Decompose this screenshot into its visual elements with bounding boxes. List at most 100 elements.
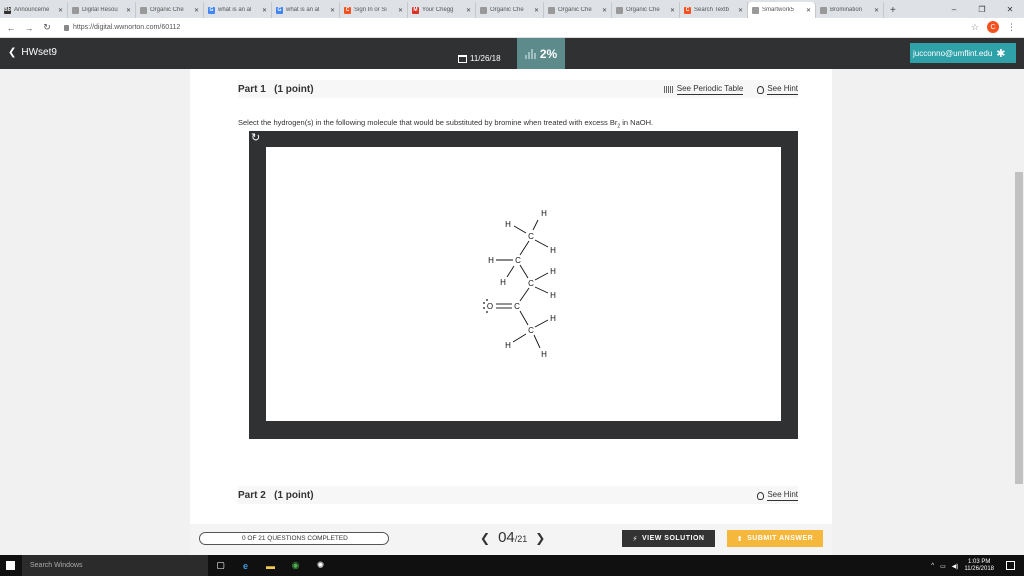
periodic-table-icon xyxy=(663,86,674,93)
periodic-table-link[interactable]: See Periodic Table xyxy=(663,84,744,95)
due-date-text: 11/26/18 xyxy=(470,54,501,63)
browser-tab[interactable]: Gwhat is an al ✕ xyxy=(272,2,340,18)
volume-icon[interactable]: ◀) xyxy=(952,563,959,570)
part2-header: Part 2 (1 point) See Hint xyxy=(238,486,798,504)
browser-tab[interactable]: Organic Che ✕ xyxy=(136,2,204,18)
windows-search-box[interactable]: Search Windows xyxy=(22,555,208,576)
back-arrow-icon[interactable]: ← xyxy=(4,23,18,33)
browser-menu-icon[interactable]: ⋮ xyxy=(1007,22,1016,33)
tab-label: Announceme xyxy=(14,7,50,13)
tab-close-icon[interactable]: ✕ xyxy=(602,7,607,14)
submit-answer-button[interactable]: ⬆ SUBMIT ANSWER xyxy=(727,530,823,547)
system-clock[interactable]: 1:03 PM 11/26/2018 xyxy=(964,559,994,573)
tab-favicon-icon xyxy=(72,6,79,14)
tab-close-icon[interactable]: ✕ xyxy=(534,7,539,14)
tab-close-icon[interactable]: ✕ xyxy=(738,7,743,14)
molecule-canvas[interactable] xyxy=(266,147,781,421)
new-tab-button[interactable]: + xyxy=(890,5,896,16)
network-icon[interactable]: ▭ xyxy=(940,563,946,570)
tab-favicon-icon: G xyxy=(276,6,283,14)
tab-label: Bromination xyxy=(830,7,863,13)
browser-tab[interactable]: Organic Che ✕ xyxy=(544,2,612,18)
close-window-button[interactable]: ✕ xyxy=(996,5,1024,14)
back-to-assignment-button[interactable]: ❮ HWset9 xyxy=(8,47,57,58)
reset-icon[interactable]: ↻ xyxy=(251,131,260,144)
file-explorer-icon[interactable]: ▬ xyxy=(264,559,277,572)
forward-arrow-icon[interactable]: → xyxy=(22,23,36,33)
tab-close-icon[interactable]: ✕ xyxy=(670,7,675,14)
part1-hint-link[interactable]: See Hint xyxy=(757,84,798,95)
url-field[interactable]: https://digital.wwnorton.com/60112 xyxy=(64,24,180,31)
lock-icon xyxy=(64,24,69,31)
tab-label: what is an al xyxy=(218,7,252,13)
chrome-icon[interactable]: ◉ xyxy=(289,559,302,572)
question-text: Select the hydrogen(s) in the following … xyxy=(238,118,654,130)
tab-label: Search Textb xyxy=(694,7,729,13)
edge-browser-icon[interactable]: e xyxy=(239,559,252,572)
browser-tab[interactable]: Smartwork5 ✕ xyxy=(748,2,816,18)
molecule-canvas-frame xyxy=(249,131,798,439)
assignment-name: HWset9 xyxy=(21,47,57,58)
current-question: 04 xyxy=(498,529,515,546)
browser-tab[interactable]: M Your Chegg ✕ xyxy=(408,2,476,18)
tray-chevron-icon[interactable]: ^ xyxy=(931,563,934,569)
due-date: 11/26/18 xyxy=(458,54,501,63)
tab-close-icon[interactable]: ✕ xyxy=(466,7,471,14)
tab-label: Smartwork5 xyxy=(762,7,795,13)
tab-close-icon[interactable]: ✕ xyxy=(58,7,63,14)
pinned-app-icon[interactable]: ✺ xyxy=(314,559,327,572)
lightbulb-icon xyxy=(757,491,765,500)
system-tray: ^ ▭ ◀) 1:03 PM 11/26/2018 xyxy=(931,559,994,573)
browser-tab[interactable]: Digital Resou ✕ xyxy=(68,2,136,18)
total-questions: /21 xyxy=(514,534,528,544)
task-view-icon[interactable]: ▢ xyxy=(214,559,227,572)
tab-label: Your Chegg xyxy=(422,7,454,13)
tab-close-icon[interactable]: ✕ xyxy=(194,7,199,14)
progress-text: 2% xyxy=(539,47,558,61)
extension-icon[interactable]: C xyxy=(987,21,999,33)
browser-tab[interactable]: Bromination ✕ xyxy=(816,2,884,18)
browser-tab[interactable]: Bb Announceme ✕ xyxy=(0,2,68,18)
maximize-button[interactable]: ❐ xyxy=(968,5,996,14)
browser-tab[interactable]: Organic Che ✕ xyxy=(612,2,680,18)
tab-favicon-icon: G xyxy=(208,6,215,14)
lightbulb-icon xyxy=(757,85,765,94)
tab-close-icon[interactable]: ✕ xyxy=(262,7,267,14)
browser-tab[interactable]: Gwhat is an al ✕ xyxy=(204,2,272,18)
user-menu-button[interactable]: jucconno@umflint.edu ✱ xyxy=(910,43,1016,63)
progress-indicator: 2% xyxy=(517,38,565,70)
view-solution-button[interactable]: ⚡ VIEW SOLUTION xyxy=(622,530,715,547)
tab-favicon-icon xyxy=(480,6,487,14)
next-question-button[interactable]: ❯ xyxy=(535,531,545,545)
tab-close-icon[interactable]: ✕ xyxy=(806,7,811,14)
windows-start-icon[interactable] xyxy=(6,561,15,570)
tab-favicon-icon: C xyxy=(344,6,351,14)
tab-label: Organic Che xyxy=(150,7,184,13)
minimize-button[interactable]: – xyxy=(940,5,968,14)
tab-close-icon[interactable]: ✕ xyxy=(126,7,131,14)
tab-favicon-icon xyxy=(752,6,759,14)
tab-favicon-icon: Bb xyxy=(4,6,11,14)
tab-favicon-icon xyxy=(820,6,827,14)
user-email: jucconno@umflint.edu xyxy=(913,48,993,58)
tab-label: Organic Che xyxy=(626,7,660,13)
bookmark-star-icon[interactable]: ☆ xyxy=(971,22,979,33)
browser-tab[interactable]: C Search Textb ✕ xyxy=(680,2,748,18)
reload-icon[interactable]: ↻ xyxy=(40,22,54,33)
tab-label: Sign In or Si xyxy=(354,7,387,13)
page-scrollbar-thumb[interactable] xyxy=(1015,172,1023,484)
tab-close-icon[interactable]: ✕ xyxy=(398,7,403,14)
completion-status: 0 OF 21 QUESTIONS COMPLETED xyxy=(199,532,389,545)
browser-tab[interactable]: C Sign In or Si ✕ xyxy=(340,2,408,18)
question-footer: 0 OF 21 QUESTIONS COMPLETED ❮ 04/21 ❯ ⚡ … xyxy=(190,524,832,555)
calendar-icon xyxy=(458,54,467,63)
previous-question-button[interactable]: ❮ xyxy=(480,531,490,545)
part2-hint-link[interactable]: See Hint xyxy=(757,490,798,501)
tab-close-icon[interactable]: ✕ xyxy=(874,7,879,14)
tab-close-icon[interactable]: ✕ xyxy=(330,7,335,14)
question-pager: ❮ 04/21 ❯ xyxy=(480,529,545,547)
lightning-icon: ⚡ xyxy=(632,535,638,543)
url-text: https://digital.wwnorton.com/60112 xyxy=(73,24,181,31)
browser-tab[interactable]: Organic Che ✕ xyxy=(476,2,544,18)
notifications-icon[interactable] xyxy=(1006,561,1015,570)
